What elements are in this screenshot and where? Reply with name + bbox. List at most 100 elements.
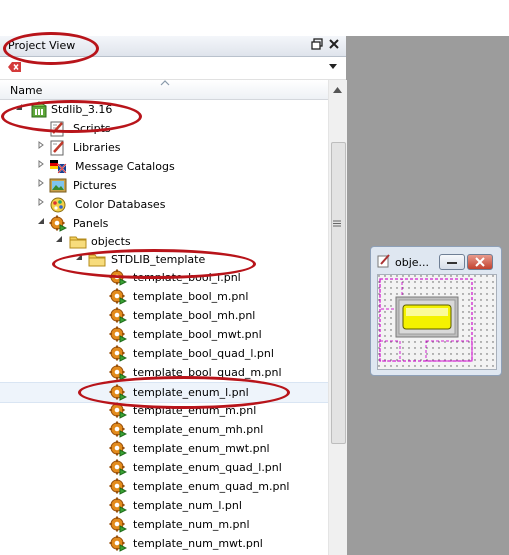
tree-item[interactable]: Scripts: [0, 119, 328, 138]
collapsed-arrow-icon[interactable]: [36, 141, 46, 151]
panel-file-icon: [109, 384, 128, 401]
tree-item[interactable]: template_bool_mwt.pnl: [0, 325, 328, 344]
tree-item[interactable]: Libraries: [0, 138, 328, 157]
panel-file-icon: [109, 421, 128, 438]
expanded-arrow-icon[interactable]: [36, 217, 46, 227]
panel-file-icon: [109, 345, 128, 362]
panel-window-icon: [377, 254, 391, 271]
tree-item-label: STDLIB_template: [111, 253, 206, 266]
tree-item[interactable]: template_num_m.pnl: [0, 515, 328, 534]
folder-icon: [69, 233, 87, 250]
panel-toolbar: [0, 57, 346, 80]
panel-file-icon: [109, 307, 128, 324]
tree-item-label: template_bool_quad_l.pnl: [133, 347, 274, 360]
tree-item[interactable]: STDLIB_template: [0, 250, 328, 269]
panel-preview-canvas: [378, 275, 496, 369]
column-header-label: Name: [10, 84, 43, 97]
tree-item[interactable]: template_enum_quad_m.pnl: [0, 477, 328, 496]
panel-title: Project View: [8, 39, 76, 52]
restore-icon[interactable]: [310, 38, 324, 52]
tree-item-label: Scripts: [73, 122, 111, 135]
tree-item[interactable]: template_bool_l.pnl: [0, 268, 328, 287]
tree-item-label: Message Catalogs: [75, 160, 175, 173]
panel-file-icon: [109, 364, 128, 381]
tree-item-label: template_bool_m.pnl: [133, 290, 249, 303]
panel-file-icon: [109, 269, 128, 286]
panel-file-icon: [109, 535, 128, 552]
tree-item-label: template_bool_mh.pnl: [133, 309, 256, 322]
tree-item[interactable]: template_enum_l.pnl: [0, 382, 328, 403]
chevron-down-icon[interactable]: [328, 61, 338, 74]
color-database-icon: [49, 196, 67, 213]
panel-file-icon: [109, 402, 128, 419]
tree-item[interactable]: template_bool_quad_m.pnl: [0, 363, 328, 382]
tree-item[interactable]: template_enum_mh.pnl: [0, 420, 328, 439]
tree-item-label: Libraries: [73, 141, 121, 154]
collapsed-arrow-icon[interactable]: [36, 160, 46, 170]
tree-item-label: template_enum_l.pnl: [133, 386, 249, 399]
tree-item-label: template_num_l.pnl: [133, 499, 242, 512]
panel-file-icon: [109, 288, 128, 305]
tree-item-label: template_num_m.pnl: [133, 518, 250, 531]
tree-item-label: template_enum_quad_m.pnl: [133, 480, 290, 493]
panel-file-icon: [109, 440, 128, 457]
scroll-up-icon[interactable]: [333, 86, 342, 96]
minimized-panel-window[interactable]: obje...: [370, 246, 502, 376]
tree-item-label: Pictures: [73, 179, 117, 192]
tree-item[interactable]: template_num_mwt.pnl: [0, 534, 328, 553]
message-catalog-icon: [49, 158, 67, 175]
expanded-arrow-icon[interactable]: [74, 253, 84, 263]
close-icon[interactable]: [327, 38, 341, 52]
library-icon: [49, 139, 67, 156]
panel-preview: [377, 274, 497, 370]
tree-item-label: Stdlib_3.16: [51, 103, 113, 116]
panel-gear-icon: [49, 215, 68, 232]
name-column-header[interactable]: Name: [0, 80, 328, 100]
tree-item[interactable]: template_enum_mwt.pnl: [0, 439, 328, 458]
panel-file-icon: [109, 478, 128, 495]
panel-titlebar: Project View: [0, 36, 346, 57]
script-icon: [49, 120, 67, 137]
expanded-arrow-icon[interactable]: [54, 235, 64, 245]
tree-item[interactable]: Panels: [0, 214, 328, 233]
collapsed-arrow-icon[interactable]: [36, 198, 46, 208]
scrollbar-thumb[interactable]: [331, 142, 346, 444]
tree-item-label: template_bool_mwt.pnl: [133, 328, 262, 341]
tree-item[interactable]: Stdlib_3.16: [0, 100, 328, 119]
tree-item-label: template_enum_mh.pnl: [133, 423, 264, 436]
tree-item-label: Color Databases: [75, 198, 166, 211]
window-close-button[interactable]: [467, 254, 493, 270]
tree-item[interactable]: template_bool_quad_l.pnl: [0, 344, 328, 363]
tree-item[interactable]: template_bool_m.pnl: [0, 287, 328, 306]
picture-icon: [49, 177, 67, 194]
collapsed-arrow-icon[interactable]: [36, 179, 46, 189]
tree-item-label: template_num_mwt.pnl: [133, 537, 263, 550]
minimize-button[interactable]: [439, 254, 465, 270]
expanded-arrow-icon[interactable]: [14, 103, 24, 113]
panel-file-icon: [109, 459, 128, 476]
window-title: obje...: [395, 256, 430, 269]
tree-item[interactable]: objects: [0, 232, 328, 251]
tree-item-label: template_enum_mwt.pnl: [133, 442, 270, 455]
project-tree: Stdlib_3.16 Scripts Libraries Message Catal…: [0, 100, 328, 555]
top-strip: [0, 0, 509, 36]
tree-item[interactable]: Color Databases: [0, 195, 328, 214]
tree-item-label: objects: [91, 235, 131, 248]
tree-item[interactable]: Pictures: [0, 176, 328, 195]
tree-item-label: template_bool_l.pnl: [133, 271, 241, 284]
panel-file-icon: [109, 516, 128, 533]
clear-filter-icon[interactable]: [8, 62, 22, 75]
tree-item[interactable]: template_enum_m.pnl: [0, 401, 328, 420]
panel-file-icon: [109, 326, 128, 343]
tree-item-label: template_enum_m.pnl: [133, 404, 257, 417]
tree-item-label: template_bool_quad_m.pnl: [133, 366, 282, 379]
tree-item[interactable]: template_num_l.pnl: [0, 496, 328, 515]
project-icon: [30, 101, 48, 118]
vertical-scrollbar[interactable]: [328, 80, 347, 555]
tree-item[interactable]: template_enum_quad_l.pnl: [0, 458, 328, 477]
tree-item[interactable]: template_bool_mh.pnl: [0, 306, 328, 325]
sort-ascending-icon: [160, 79, 170, 88]
tree-item[interactable]: Message Catalogs: [0, 157, 328, 176]
folder-icon: [88, 251, 106, 268]
tree-item-label: template_enum_quad_l.pnl: [133, 461, 282, 474]
